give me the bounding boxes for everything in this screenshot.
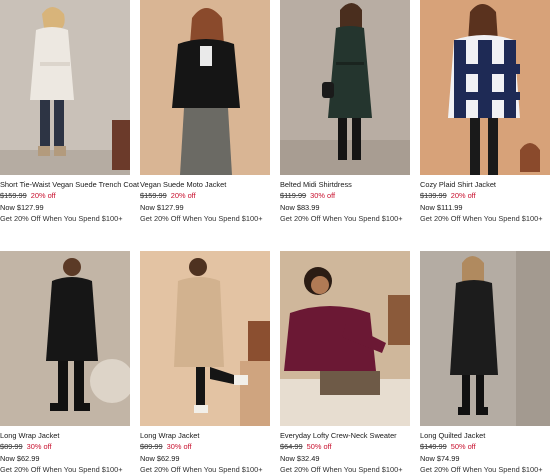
- product-name[interactable]: Belted Midi Shirtdress: [280, 179, 403, 190]
- product-image[interactable]: [420, 0, 550, 175]
- promo-text: Get 20% Off When You Spend $100+: [140, 464, 263, 474]
- promo-text: Get 20% Off When You Spend $100+: [140, 213, 263, 223]
- discount-badge: 20% off: [170, 191, 196, 201]
- discount-badge: 30% off: [26, 442, 52, 452]
- discount-badge: 30% off: [310, 191, 336, 201]
- original-price: $89.99: [140, 442, 163, 452]
- sale-price: Now $111.99: [420, 202, 463, 212]
- product-image[interactable]: [140, 0, 270, 175]
- product-image[interactable]: [280, 0, 410, 175]
- sale-price: Now $83.99: [280, 202, 320, 212]
- original-price: $149.99: [420, 442, 447, 452]
- original-price: $159.99: [140, 191, 167, 201]
- sale-price: Now $32.49: [280, 453, 320, 463]
- sale-price: Now $62.99: [140, 453, 180, 463]
- sale-price: Now $127.99: [0, 202, 44, 212]
- product-name[interactable]: Vegan Suede Moto Jacket: [140, 179, 263, 190]
- product-image[interactable]: [420, 251, 550, 426]
- promo-text: Get 20% Off When You Spend $100+: [280, 213, 403, 223]
- product-image[interactable]: [140, 251, 270, 426]
- product-name[interactable]: Long Wrap Jacket: [140, 430, 263, 441]
- discount-badge: 30% off: [166, 442, 192, 452]
- sale-price: Now $74.99: [420, 453, 460, 463]
- product-name[interactable]: Long Wrap Jacket: [0, 430, 123, 441]
- product-name[interactable]: Long Quilted Jacket: [420, 430, 543, 441]
- original-price: $159.99: [0, 191, 27, 201]
- product-image[interactable]: [280, 251, 410, 426]
- sale-price: Now $127.99: [140, 202, 184, 212]
- original-price: $119.99: [280, 191, 307, 201]
- product-grid: Short Tie-Waist Vegan Suede Trench Coat …: [0, 0, 550, 474]
- discount-badge: 50% off: [306, 442, 332, 452]
- promo-text: Get 20% Off When You Spend $100+: [0, 464, 123, 474]
- sale-price: Now $62.99: [0, 453, 40, 463]
- original-price: $89.99: [0, 442, 23, 452]
- product-name[interactable]: Cozy Plaid Shirt Jacket: [420, 179, 543, 190]
- product-image[interactable]: [0, 0, 130, 175]
- discount-badge: 50% off: [450, 442, 476, 452]
- promo-text: Get 20% Off When You Spend $100+: [420, 464, 543, 474]
- discount-badge: 20% off: [450, 191, 476, 201]
- promo-text: Get 20% Off When You Spend $100+: [420, 213, 543, 223]
- product-name[interactable]: Everyday Lofty Crew-Neck Sweater: [280, 430, 403, 441]
- discount-badge: 20% off: [30, 191, 56, 201]
- promo-text: Get 20% Off When You Spend $100+: [0, 213, 123, 223]
- promo-text: Get 20% Off When You Spend $100+: [280, 464, 403, 474]
- original-price: $139.99: [420, 191, 447, 201]
- product-image[interactable]: [0, 251, 130, 426]
- original-price: $64.99: [280, 442, 303, 452]
- product-name[interactable]: Short Tie-Waist Vegan Suede Trench Coat: [0, 179, 139, 190]
